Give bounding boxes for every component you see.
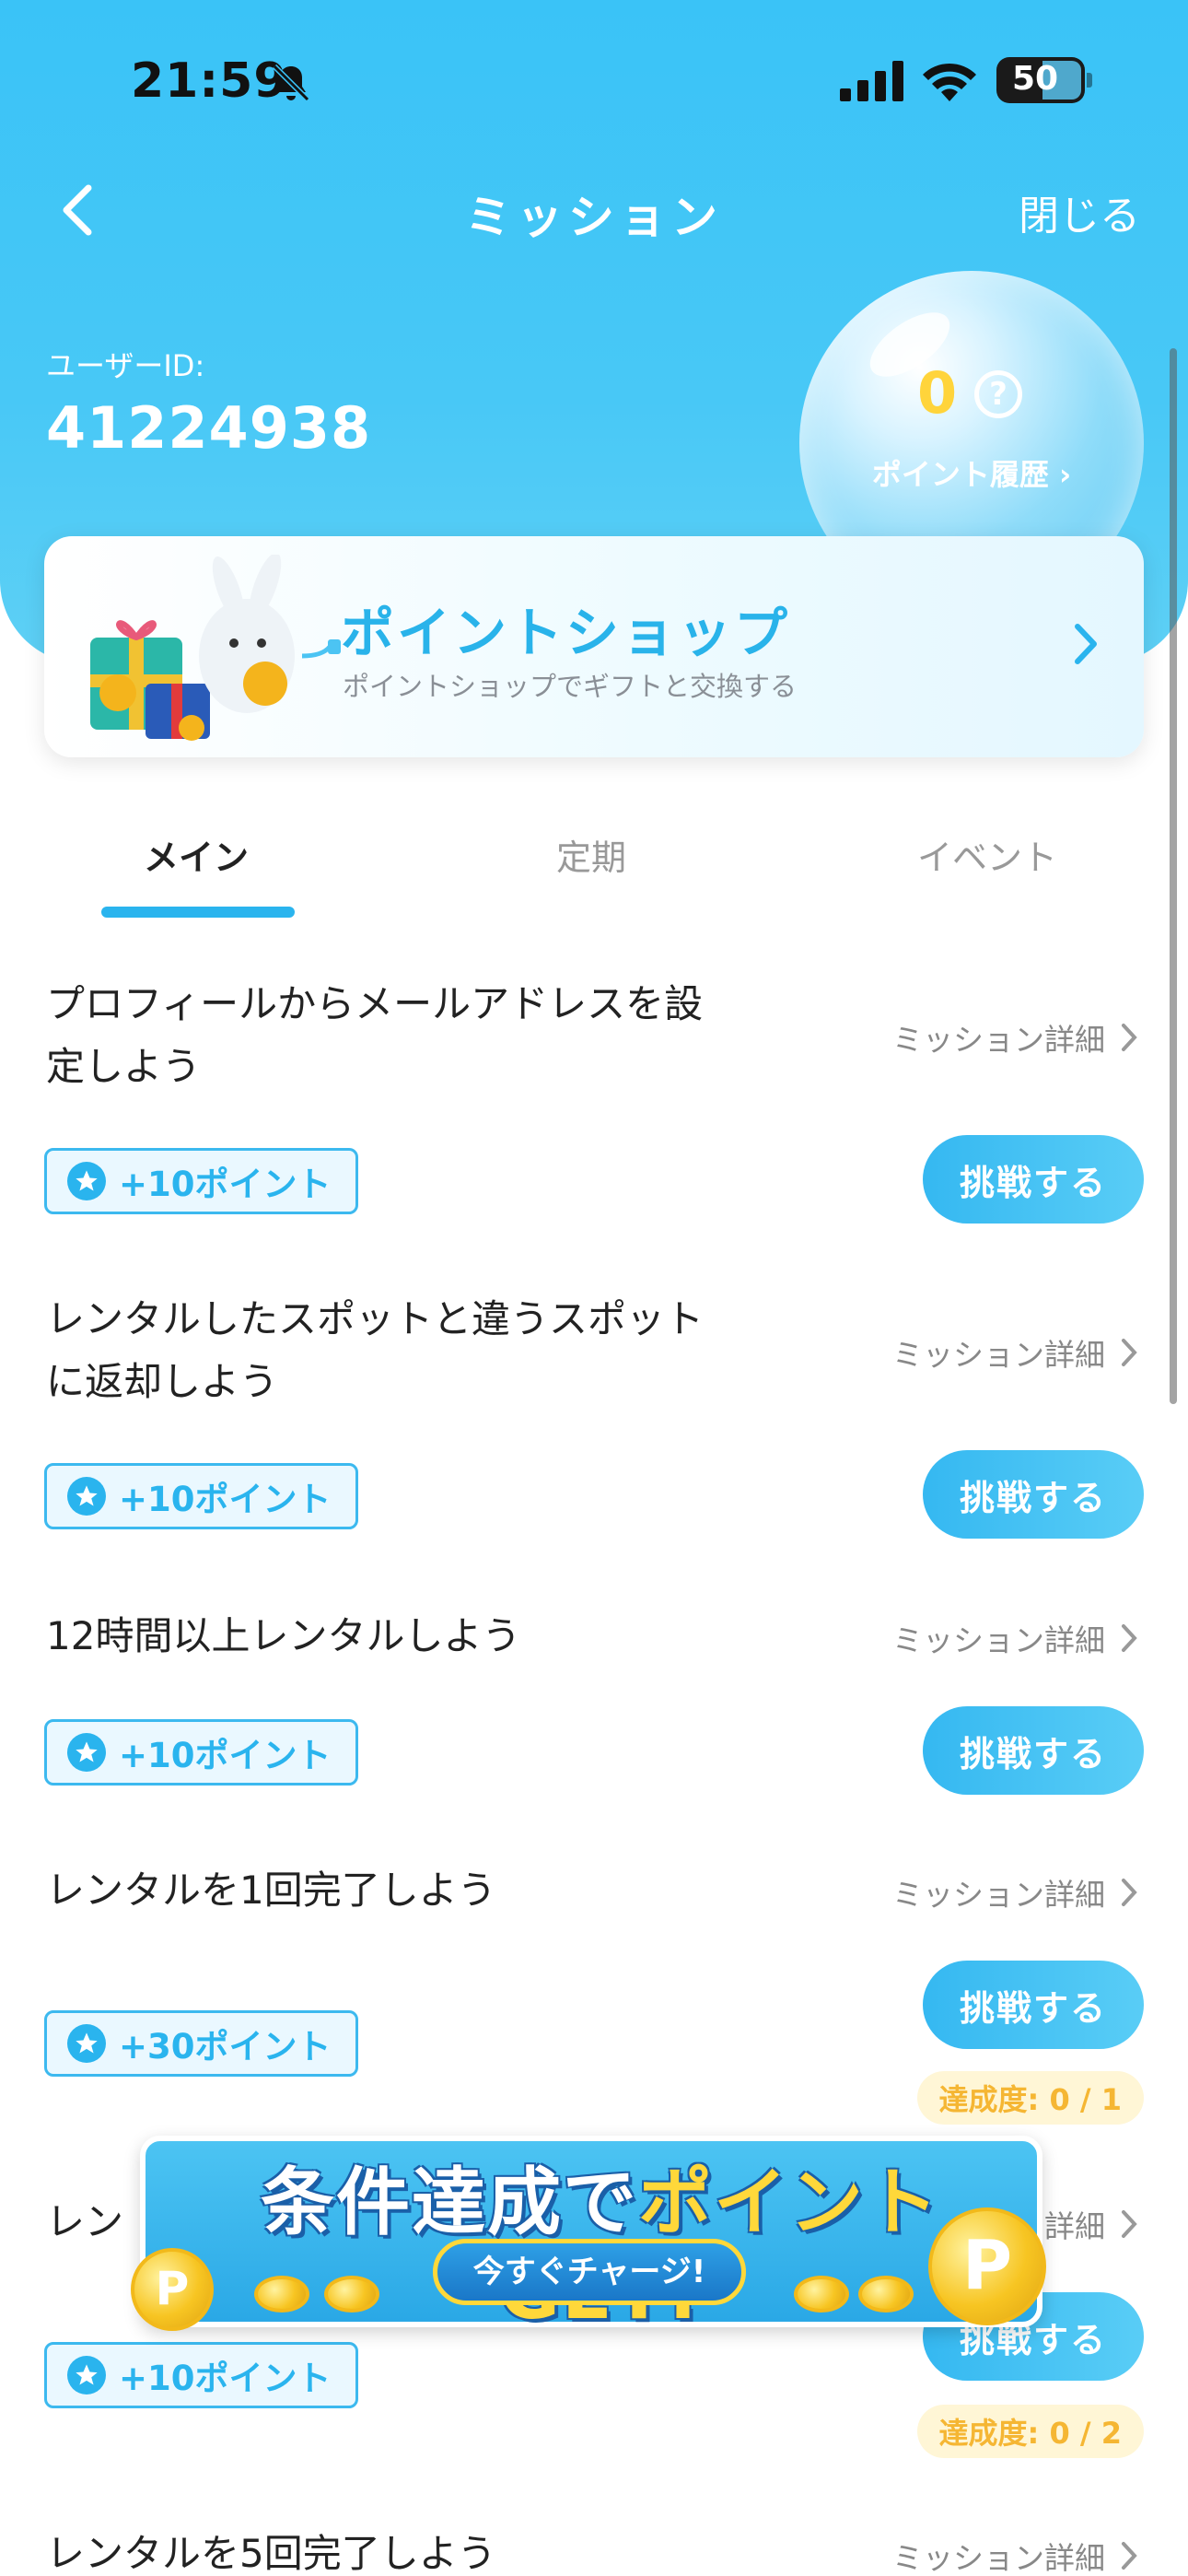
chevron-right-icon — [1122, 1624, 1137, 1652]
tab-event[interactable]: イベント — [917, 829, 1057, 880]
chevron-right-icon — [1122, 1879, 1137, 1906]
mission-tabs: メイン 定期 イベント — [0, 811, 1188, 931]
mission-title: レンタルを1回完了しよう — [46, 1868, 496, 1913]
promo-title-prefix: 条件達成で — [261, 2160, 638, 2245]
wifi-icon — [923, 63, 976, 101]
challenge-button[interactable]: 挑戦する — [923, 1450, 1144, 1539]
coin-icon — [254, 2276, 309, 2313]
cellular-signal-icon — [840, 61, 903, 101]
mission-detail-label: ミッション詳細 — [892, 1877, 1105, 1913]
mission-detail-link[interactable]: ミッション詳細 — [892, 1616, 1138, 1660]
challenge-button[interactable]: 挑戦する — [923, 1961, 1144, 2049]
bell-off-icon — [272, 64, 310, 102]
coin-icon — [324, 2276, 379, 2313]
mission-detail-label: ミッション詳細 — [892, 2540, 1105, 2576]
page-title: ミッション — [465, 191, 723, 244]
reward-badge: +10ポイント — [44, 1719, 358, 1786]
status-bar: 21:59 50 — [0, 0, 1188, 157]
coin-icon — [858, 2276, 914, 2313]
chevron-right-icon — [1075, 624, 1097, 664]
mission-detail-link[interactable]: ミッション詳細 — [892, 1870, 1138, 1914]
tab-main[interactable]: メイン — [144, 829, 249, 880]
mission-title: レンタルを5回完了しよう — [46, 2531, 496, 2576]
reward-badge: +10ポイント — [44, 1148, 358, 1214]
reward-badge: +10ポイント — [44, 2342, 358, 2408]
mission-detail-link[interactable]: ミッション詳細 — [892, 1015, 1138, 1060]
battery-level: 50 — [1011, 60, 1059, 98]
chevron-right-icon — [1122, 1024, 1137, 1051]
scrollbar[interactable] — [1170, 348, 1177, 1404]
reward-points: +30ポイント — [119, 2027, 332, 2067]
mission-detail-link[interactable]: ミッション詳細 — [892, 1330, 1138, 1375]
help-icon[interactable]: ? — [974, 370, 1022, 418]
active-tab-indicator — [101, 907, 295, 918]
coin-icon — [794, 2276, 849, 2313]
status-time: 21:59 — [131, 53, 288, 109]
mission-title: レンタルしたスポットと違うスポットに返却しよう — [46, 1296, 705, 1404]
point-shop-subtitle: ポイントショップでギフトと交換する — [343, 671, 798, 702]
challenge-button[interactable]: 挑戦する — [923, 1706, 1144, 1795]
reward-badge: +10ポイント — [44, 1463, 358, 1529]
challenge-button[interactable]: 挑戦する — [923, 1135, 1144, 1224]
promo-banner[interactable]: 条件達成でポイントGET! 今すぐチャージ! P P — [131, 2119, 1052, 2336]
reward-badge: +30ポイント — [44, 2010, 358, 2077]
reward-points: +10ポイント — [119, 2359, 332, 2398]
mission-detail-label: ミッション詳細 — [892, 1337, 1105, 1373]
coin-icon-large: P — [131, 2248, 214, 2331]
star-icon — [67, 1162, 106, 1200]
star-icon — [67, 2356, 106, 2395]
reward-points: +10ポイント — [119, 1736, 332, 1775]
tab-regular[interactable]: 定期 — [556, 829, 626, 880]
mission-detail-label: ミッション詳細 — [892, 1622, 1105, 1658]
reward-points: +10ポイント — [119, 1165, 332, 1204]
progress-badge: 達成度: 0 / 1 — [916, 2071, 1144, 2125]
coin-icon-large: P — [928, 2207, 1046, 2325]
point-shop-title: ポイントショップ — [341, 602, 791, 664]
star-icon — [67, 1477, 106, 1516]
close-button[interactable]: 閉じる — [1019, 182, 1140, 241]
battery-indicator: 50 — [996, 57, 1092, 103]
point-shop-card[interactable]: ポイントショップ ポイントショップでギフトと交換する — [44, 536, 1144, 757]
mission-title: プロフィールからメールアドレスを設定しよう — [46, 981, 704, 1089]
user-id-value: 41224938 — [46, 394, 372, 462]
points-history-link[interactable]: ポイント履歴 › — [799, 451, 1144, 494]
chevron-right-icon — [1122, 1339, 1137, 1366]
mission-detail-label: ミッション詳細 — [892, 1022, 1105, 1058]
star-icon — [67, 2024, 106, 2063]
chevron-right-icon — [1122, 2210, 1137, 2238]
mission-title: 12時間以上レンタルしよう — [46, 1613, 521, 1658]
reward-points: +10ポイント — [119, 1480, 332, 1519]
user-id-label: ユーザーID: — [46, 348, 205, 383]
charge-now-button[interactable]: 今すぐチャージ! — [433, 2239, 746, 2305]
points-value: 0 — [917, 359, 958, 427]
rabbit-mascot-gift-icon — [90, 555, 341, 741]
chevron-right-icon — [1122, 2542, 1137, 2570]
mission-detail-link[interactable]: ミッション詳細 — [892, 2534, 1138, 2576]
progress-badge: 達成度: 0 / 2 — [916, 2405, 1144, 2458]
star-icon — [67, 1733, 106, 1772]
